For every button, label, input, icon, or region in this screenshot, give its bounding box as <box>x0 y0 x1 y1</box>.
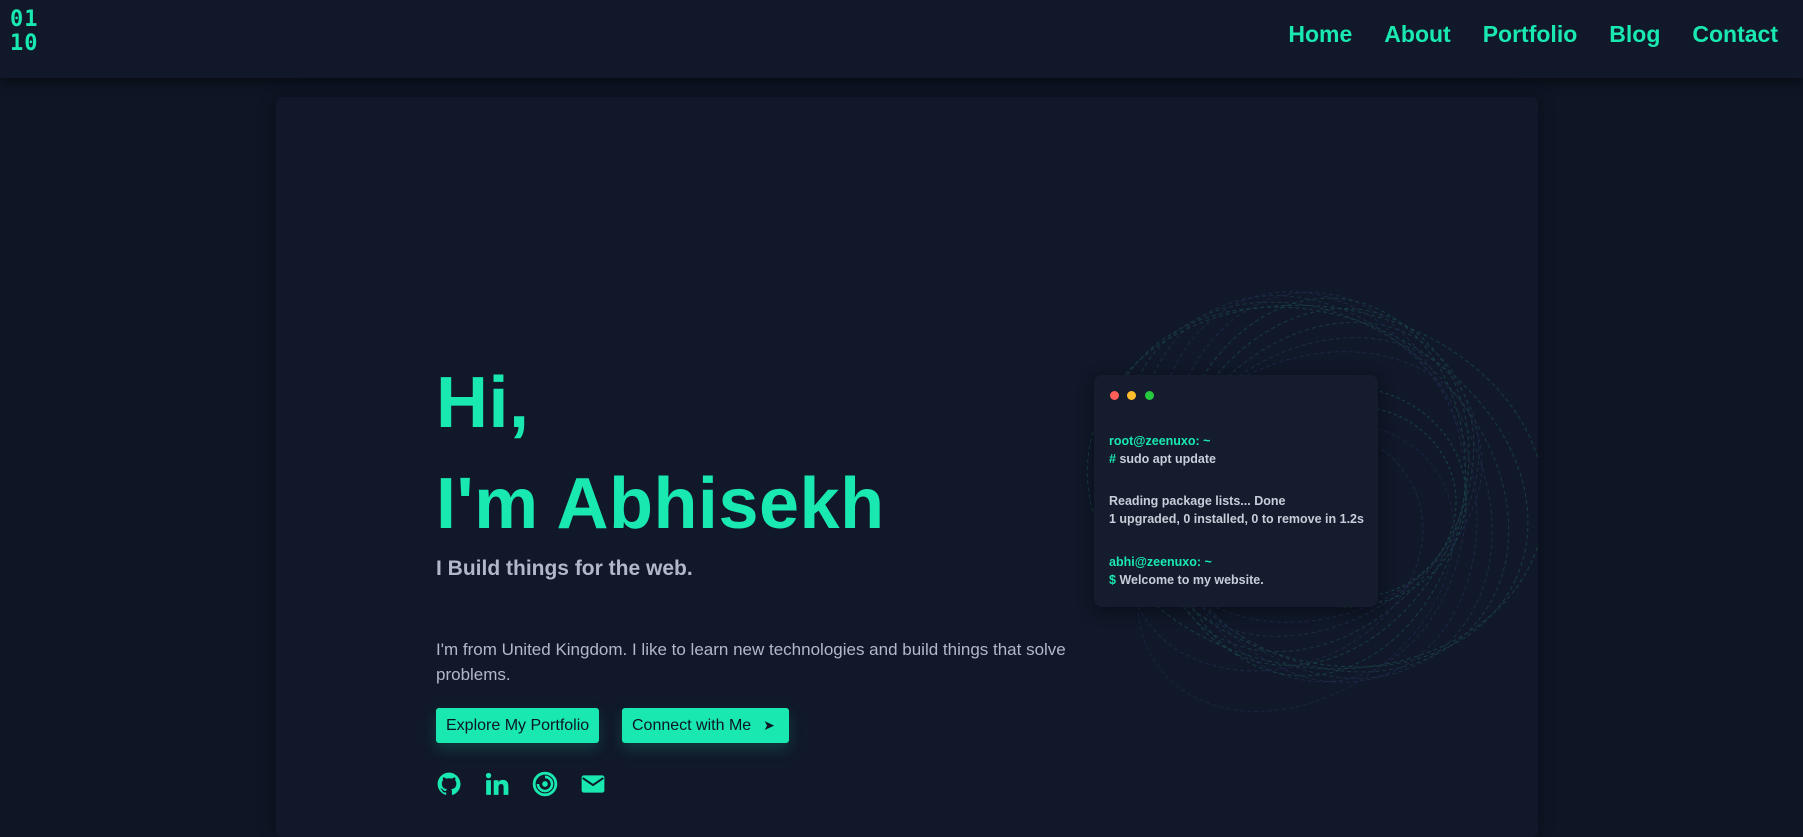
top-navbar: 01 10 Home About Portfolio Blog Contact <box>0 0 1803 78</box>
explore-portfolio-label: Explore My Portfolio <box>446 717 590 734</box>
command-text-1: sudo apt update <box>1119 452 1216 466</box>
social-links <box>436 771 628 797</box>
hero-bio: I'm from United Kingdom. I like to learn… <box>436 640 1066 684</box>
greeting-line-1: Hi, <box>436 363 530 443</box>
terminal-command-2: $ Welcome to my website. <box>1109 572 1264 588</box>
terminal-window: root@zeenuxo: ~ # sudo apt update Readin… <box>1094 375 1378 607</box>
user-symbol: $ <box>1109 573 1116 587</box>
nav-item-contact[interactable]: Contact <box>1692 18 1778 50</box>
connect-button[interactable]: Connect with Me ➤ <box>622 708 789 743</box>
terminal-prompt-root: root@zeenuxo: ~ <box>1109 434 1211 448</box>
hero-card: Hi, I'm Abhisekh I Build things for the … <box>276 97 1538 837</box>
explore-portfolio-button[interactable]: Explore My Portfolio <box>436 708 600 743</box>
terminal-prompt-user: abhi@zeenuxo: ~ <box>1109 555 1212 569</box>
nav-item-about[interactable]: About <box>1384 18 1450 50</box>
nav-item-blog[interactable]: Blog <box>1609 18 1660 50</box>
command-text-2: Welcome to my website. <box>1119 573 1264 587</box>
email-icon[interactable] <box>580 771 606 797</box>
github-icon[interactable] <box>436 771 462 797</box>
nav-item-portfolio[interactable]: Portfolio <box>1483 18 1578 50</box>
connect-label: Connect with Me <box>632 717 752 734</box>
minimize-dot-icon <box>1127 391 1136 400</box>
site-logo[interactable]: 01 10 <box>10 8 46 56</box>
nav-item-home[interactable]: Home <box>1288 18 1352 50</box>
maximize-dot-icon <box>1145 391 1154 400</box>
nav-links: Home About Portfolio Blog Contact <box>1256 18 1778 50</box>
logo-line-1: 01 <box>10 7 39 32</box>
close-dot-icon <box>1110 391 1119 400</box>
terminal-output-2: 1 upgraded, 0 installed, 0 to remove in … <box>1109 512 1364 526</box>
hero-tagline: I Build things for the web. <box>436 557 693 580</box>
terminal-command-1: # sudo apt update <box>1109 451 1216 467</box>
send-arrow-icon: ➤ <box>763 717 775 733</box>
linkedin-icon[interactable] <box>484 771 510 797</box>
terminal-output-1: Reading package lists... Done <box>1109 494 1286 508</box>
root-symbol: # <box>1109 452 1116 466</box>
logo-line-2: 10 <box>10 31 39 56</box>
blog-swirl-icon[interactable] <box>532 771 558 797</box>
greeting-line-2: I'm Abhisekh <box>436 464 885 544</box>
